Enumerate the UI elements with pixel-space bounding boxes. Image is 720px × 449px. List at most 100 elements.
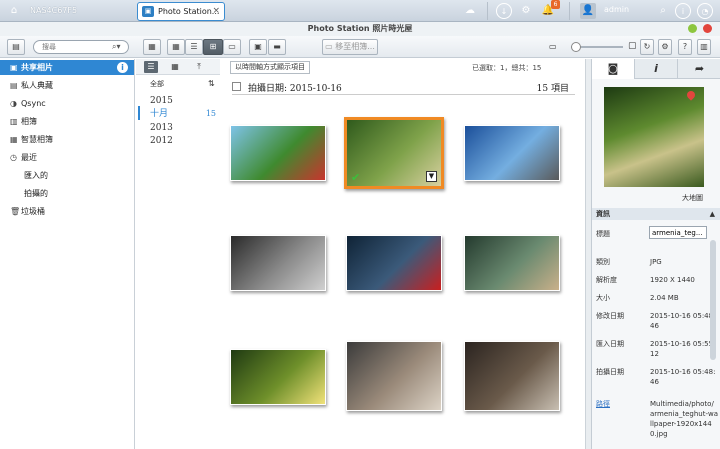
photo-station-tab[interactable]: ▣ Photo Station... × [137, 2, 225, 21]
info-value: Multimedia/photo/armenia_teghut-wallpape… [650, 400, 718, 438]
home-icon[interactable]: ⌂ [6, 3, 22, 19]
timeline-year-2015[interactable]: 2015 [150, 95, 220, 107]
thumbnail-view-icon: ▦ [172, 42, 180, 51]
username[interactable]: admin [604, 5, 629, 14]
photo-filter-button[interactable]: ▣ [249, 39, 267, 55]
close-tab-icon[interactable]: × [212, 3, 220, 20]
settings-button[interactable]: ⚙ [658, 39, 672, 55]
video-filter-button[interactable]: ▬ [268, 39, 286, 55]
photo-thumbnail-desert-road[interactable] [464, 125, 560, 181]
add-to-album-button[interactable]: ▭ 移至相簿... [322, 39, 378, 55]
map-link[interactable]: 大地圖 [682, 193, 703, 203]
sidebar-toggle-button[interactable]: ▤ [7, 39, 25, 55]
help-button[interactable]: ? [678, 39, 692, 55]
sidebar-item-qsync[interactable]: ◑ Qsync [0, 96, 134, 111]
info-icon[interactable]: i [117, 62, 128, 73]
settings-icon: ⚙ [661, 42, 669, 51]
video-filter-icon: ▬ [273, 42, 281, 51]
photo-thumbnail-dark-robot[interactable] [230, 235, 326, 291]
thumbnail-menu-icon[interactable]: ▼ [426, 171, 437, 182]
scroll-top-icon[interactable]: ⤒ [192, 61, 206, 73]
tab-share[interactable]: ➦ [678, 59, 720, 79]
photo-thumbnail-canal-night[interactable] [464, 235, 560, 291]
tab-info[interactable]: i [635, 59, 678, 79]
zoom-slider-knob[interactable] [571, 42, 581, 52]
photo-thumbnail-sith-lightsaber[interactable] [346, 235, 442, 291]
close-button[interactable] [703, 24, 712, 33]
search-options-icon[interactable]: ⌕▾ [112, 42, 121, 52]
photo-thumbnail-witcher-warrior[interactable] [464, 341, 560, 411]
zoom-slider[interactable] [571, 42, 623, 52]
sidebar-item-smart-album[interactable]: ▦ 智慧相簿 [0, 132, 134, 147]
thumbnail-view-button[interactable]: ▦ [167, 39, 185, 55]
zoom-out-icon[interactable]: ▭ [549, 42, 557, 51]
sidebar-item-label: 智慧相簿 [21, 135, 53, 144]
timeline-view-button[interactable]: ⊞ [203, 39, 223, 55]
sidebar-item-taken[interactable]: 拍攝的 [0, 186, 134, 201]
sort-icon[interactable]: ⇅ [208, 79, 215, 88]
slideshow-button[interactable]: ▦ [143, 39, 161, 55]
timeline-month-october[interactable]: 十月 15 [150, 108, 220, 120]
info-key[interactable]: 路徑 [596, 399, 610, 409]
info-icon[interactable]: i [675, 3, 691, 19]
info-panel-tabs: ◙ i ➦ [592, 59, 720, 79]
sidebar: ▣ 共享相片 i ▤ 私人典藏 ◑ Qsync ▥ 相簿 ▦ 智慧相簿 ◷ 最近 匯入的 拍攝… [0, 59, 135, 449]
info-value: JPG [650, 258, 662, 266]
sidebar-item-trash[interactable]: 🗑垃圾桶 [0, 204, 134, 219]
group-select-checkbox[interactable] [232, 82, 241, 91]
photo-grid-area: 以時間軸方式顯示項目 已選取：1，總共：15 拍攝日期: 2015-10-16 … [220, 59, 585, 449]
timeline-label: 2012 [150, 136, 173, 146]
photo-thumbnail-angry-birds[interactable] [230, 125, 326, 181]
dashboard-icon[interactable]: ◔ [697, 3, 713, 19]
info-key: 修改日期 [596, 312, 624, 320]
download-icon[interactable]: ↓ [496, 3, 512, 19]
qsync-icon: ◑ [10, 99, 17, 108]
private-collection-icon: ▤ [10, 81, 18, 90]
selection-info: 已選取：1，總共：15 [472, 64, 542, 72]
host-name[interactable]: NAS4C67F5 [30, 3, 77, 19]
timeline-year-2012[interactable]: 2012 [150, 135, 220, 147]
photo-thumbnail-armenia-forest-path[interactable]: ✔ ▼ [344, 117, 444, 189]
cloud-icon[interactable]: ☁ [462, 3, 478, 19]
info-panel-button[interactable]: ▥ [697, 39, 711, 55]
search-icon[interactable]: ⌕ [655, 3, 671, 19]
settings-icon[interactable]: ⚙ [518, 3, 534, 19]
list-view-button[interactable]: ☰ [185, 39, 203, 55]
calendar-icon[interactable]: ▦ [168, 61, 182, 73]
info-value: 2015-10-16 05:55:12 [650, 340, 716, 358]
timeline-year-2013[interactable]: 2013 [150, 122, 220, 134]
info-section-title: 資訊 [596, 210, 610, 218]
photo-thumbnail-model-portrait[interactable] [346, 341, 442, 411]
sidebar-item-imported[interactable]: 匯入的 [0, 168, 134, 183]
sidebar-item-private-collection[interactable]: ▤ 私人典藏 [0, 78, 134, 93]
title-input[interactable] [649, 226, 707, 239]
sidebar-item-label: 匯入的 [24, 171, 48, 180]
sidebar-item-album[interactable]: ▥ 相簿 [0, 114, 134, 129]
sidebar-item-recent[interactable]: ◷ 最近 [0, 150, 134, 165]
group-count: 15 項目 [536, 84, 569, 94]
sidebar-item-label: 相簿 [21, 117, 37, 126]
sidebar-item-shared-photos[interactable]: ▣ 共享相片 i [0, 60, 134, 75]
timeline-list-icon[interactable]: ☰ [144, 61, 158, 73]
photo-thumbnail-sunlit-forest[interactable] [230, 349, 326, 405]
tab-preview[interactable]: ◙ [592, 59, 635, 79]
info-panel-scrollbar[interactable] [710, 240, 716, 360]
zoom-in-icon[interactable]: ▢ [628, 41, 637, 51]
refresh-button[interactable]: ↻ [640, 39, 654, 55]
minimize-button[interactable] [688, 24, 698, 33]
help-icon: ? [682, 42, 688, 51]
collapse-icon: ▲ [709, 210, 715, 218]
share-icon: ➦ [694, 62, 705, 75]
timeline-label: 2015 [150, 96, 173, 106]
view-mode-label[interactable]: 以時間軸方式顯示項目 [230, 61, 310, 74]
timeline-all[interactable]: 全部 [150, 79, 164, 89]
info-section-header[interactable]: 資訊 ▲ [592, 208, 720, 220]
notification-badge: 6 [551, 0, 560, 9]
info-panel: ◙ i ➦ 大地圖 資訊 ▲ 標題類別 JPG 解析度 1920 X 1440 大小 2.0… [591, 59, 720, 449]
info-value: 2015-10-16 05:48:46 [650, 368, 716, 386]
refresh-icon: ↻ [643, 42, 651, 51]
notification-icon[interactable]: 🔔 6 [540, 0, 560, 19]
folder-view-button[interactable]: ▭ [223, 39, 241, 55]
user-icon[interactable]: 👤 [580, 3, 596, 19]
shared-photos-icon: ▣ [10, 63, 18, 72]
